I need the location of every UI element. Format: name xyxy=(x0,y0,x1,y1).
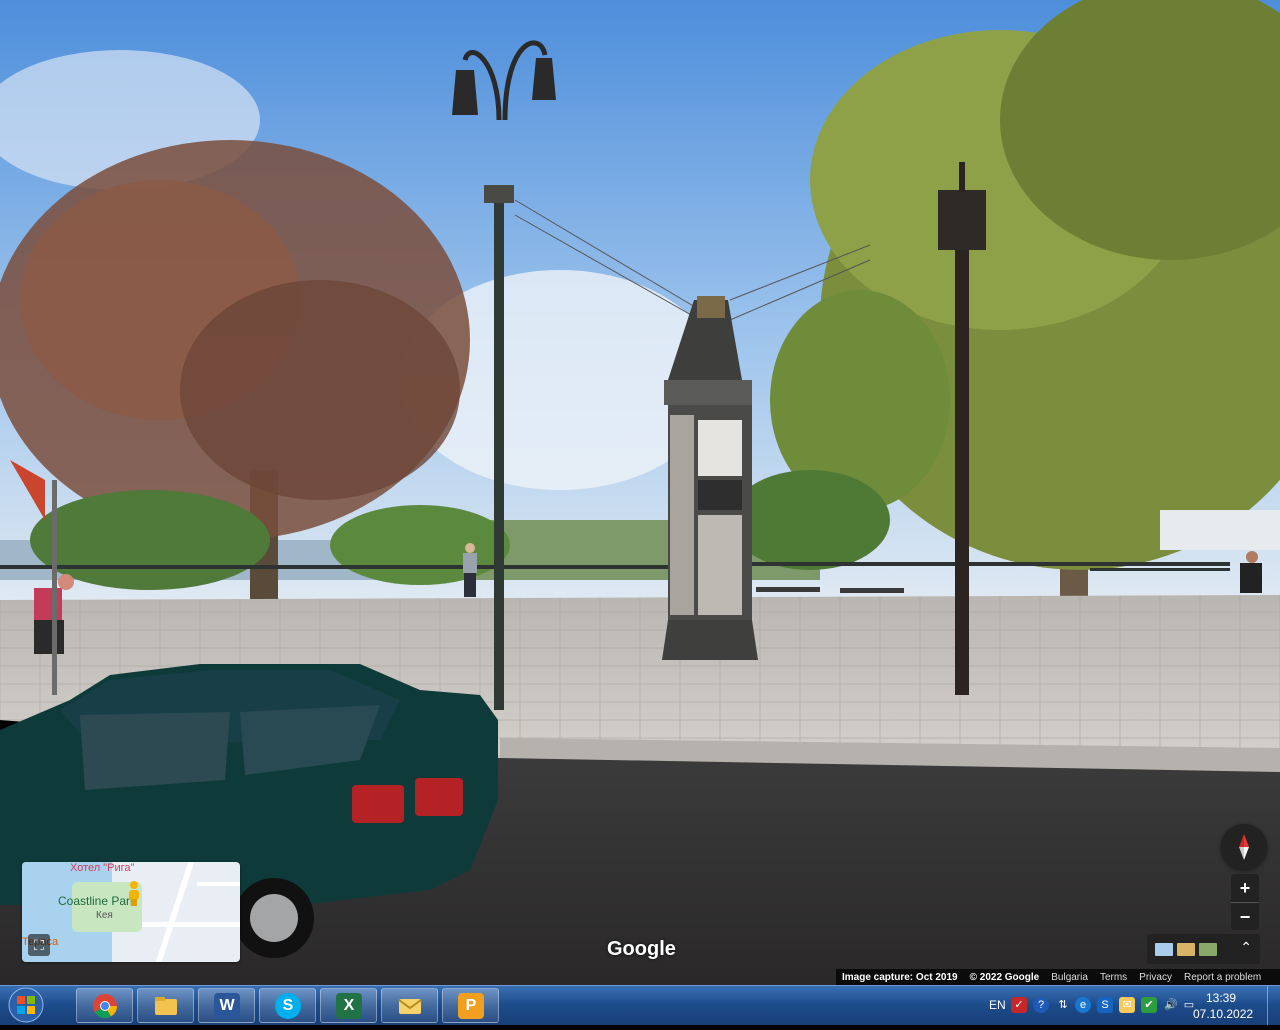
show-desktop-button[interactable] xyxy=(1267,986,1280,1025)
system-tray: EN ✓ ? ⇅ e S ✉ ✔ 🔊 ▭ 13:39 07.10.2022 xyxy=(985,986,1280,1025)
clock-time: 13:39 xyxy=(1205,991,1237,1005)
minimap-park-label: Coastline Park xyxy=(58,894,137,908)
skype-status-icon[interactable]: S xyxy=(1097,997,1113,1013)
taskbar-excel[interactable]: X xyxy=(320,988,377,1023)
chevron-up-icon[interactable]: ⌃ xyxy=(1240,939,1252,956)
minimap-road xyxy=(197,882,240,886)
copyright-text: © 2022 Google xyxy=(969,971,1040,983)
minimap-park-sublabel: Кея xyxy=(96,910,113,921)
compass-button[interactable] xyxy=(1221,824,1267,870)
zoom-controls: + − xyxy=(1231,874,1259,930)
zoom-out-button[interactable]: − xyxy=(1231,903,1259,931)
imagery-panel[interactable]: ⌃ xyxy=(1147,934,1260,964)
start-button[interactable] xyxy=(4,986,48,1025)
imagery-thumbnail[interactable] xyxy=(1199,943,1217,956)
compass-icon xyxy=(1239,834,1249,860)
expand-icon[interactable]: ⛶ xyxy=(28,934,50,956)
security-icon[interactable]: ✔ xyxy=(1141,997,1157,1013)
minimap[interactable]: Хотел "Рига" Coastline Park Кея Тераса ⛶ xyxy=(22,862,240,962)
mail-tray-icon[interactable]: ✉ xyxy=(1119,997,1135,1013)
country-link[interactable]: Bulgaria xyxy=(1045,972,1094,983)
windows-icon xyxy=(8,987,44,1023)
taskbar-explorer[interactable] xyxy=(137,988,194,1023)
terms-link[interactable]: Terms xyxy=(1094,972,1133,983)
taskbar-pdf[interactable]: P xyxy=(442,988,499,1023)
zoom-in-button[interactable]: + xyxy=(1231,874,1259,902)
report-problem-link[interactable]: Report a problem xyxy=(1178,972,1267,983)
network-arrow-icon[interactable]: ⇅ xyxy=(1055,997,1071,1013)
pegman-icon xyxy=(129,881,139,906)
clock-date: 07.10.2022 xyxy=(1193,1007,1254,1021)
pdf-tray-icon[interactable]: ✓ xyxy=(1011,997,1027,1013)
imagery-thumbnail[interactable] xyxy=(1177,943,1195,956)
taskbar-mail[interactable] xyxy=(381,988,438,1023)
folder-icon xyxy=(155,997,177,1015)
clock[interactable]: 13:39 07.10.2022 xyxy=(1193,990,1254,1022)
street-view-panorama[interactable] xyxy=(0,0,1280,985)
taskbar-skype[interactable]: S xyxy=(259,988,316,1023)
mail-icon xyxy=(398,999,422,1014)
chrome-icon xyxy=(93,994,117,1019)
minimap-hotel-label[interactable]: Хотел "Рига" xyxy=(70,862,134,874)
minimap-road xyxy=(155,862,195,962)
word-icon: W xyxy=(214,993,240,1019)
pdf-icon: P xyxy=(458,993,484,1019)
skype-icon: S xyxy=(275,993,301,1019)
attribution-bar: Image capture: Oct 2019 © 2022 Google Bu… xyxy=(836,969,1280,985)
taskbar-word[interactable]: W xyxy=(198,988,255,1023)
language-indicator[interactable]: EN xyxy=(989,998,1006,1012)
google-logo: Google xyxy=(607,938,676,960)
taskbar: W S X P EN ✓ ? ⇅ e S ✉ ✔ 🔊 ▭ 13:39 07.10… xyxy=(0,985,1280,1025)
excel-icon: X xyxy=(336,993,362,1019)
image-capture-date: Image capture: Oct 2019 xyxy=(842,971,958,983)
volume-icon[interactable]: 🔊 xyxy=(1163,997,1179,1013)
imagery-thumbnail[interactable] xyxy=(1155,943,1173,956)
street-view-image xyxy=(0,0,1280,985)
help-icon[interactable]: ? xyxy=(1033,997,1049,1013)
taskbar-chrome[interactable] xyxy=(76,988,133,1023)
minimap-road xyxy=(142,922,240,927)
skype-tray-icon[interactable]: e xyxy=(1075,997,1091,1013)
privacy-link[interactable]: Privacy xyxy=(1133,972,1178,983)
